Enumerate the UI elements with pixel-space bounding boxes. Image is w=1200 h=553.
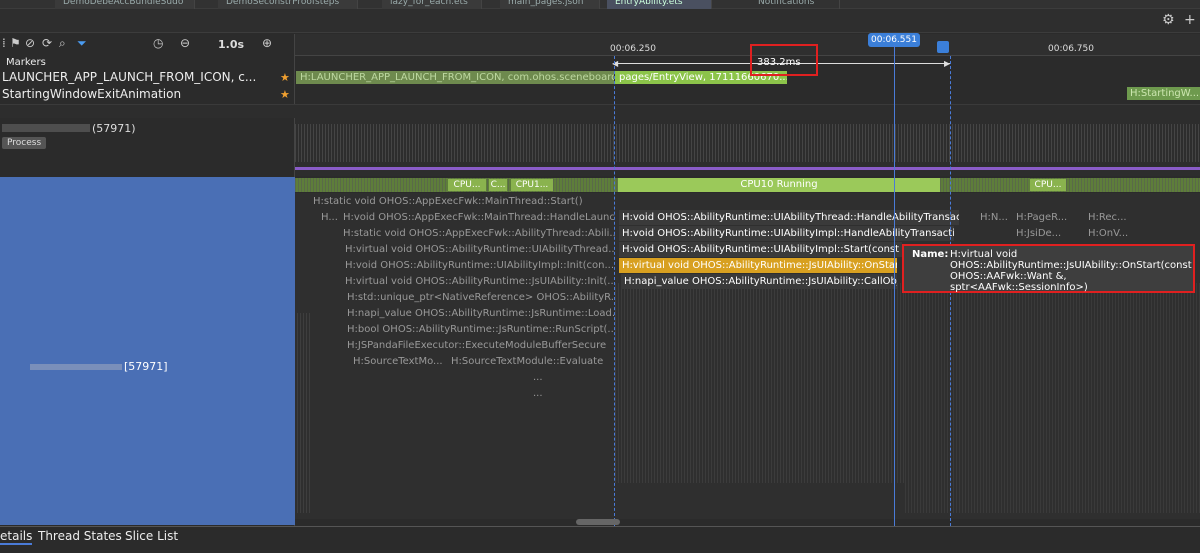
call-slice[interactable]: H:JSPandaFileExecutor::ExecuteModuleBuff… bbox=[344, 338, 614, 353]
star-icon[interactable]: ★ bbox=[280, 71, 290, 84]
selected-call-slice[interactable]: H:virtual void OHOS::AbilityRuntime::JsU… bbox=[619, 258, 897, 273]
bottom-panel bbox=[0, 526, 1200, 553]
slice-tooltip: Name: H:virtual void OHOS::AbilityRuntim… bbox=[902, 244, 1195, 293]
add-icon[interactable]: + bbox=[1184, 12, 1196, 28]
block-icon[interactable]: ⊘ bbox=[25, 36, 35, 50]
cpu-running-slice[interactable]: CPU10 Running bbox=[618, 178, 940, 192]
measure-duration: 383.2ms bbox=[757, 57, 801, 68]
call-slice[interactable]: H:virtual void OHOS::AbilityRuntime::UIA… bbox=[342, 242, 614, 257]
filter-icon[interactable]: ⏷ bbox=[77, 36, 87, 51]
range-start-line bbox=[614, 56, 615, 526]
process-track[interactable] bbox=[295, 118, 1200, 176]
ruler-tick: 00:06.750 bbox=[1048, 44, 1094, 54]
markers-label: Markers bbox=[6, 57, 46, 68]
launch-track-label[interactable]: LAUNCHER_APP_LAUNCH_FROM_ICON, c... bbox=[2, 70, 256, 84]
editor-tab[interactable]: Notifications bbox=[750, 0, 840, 9]
call-slice[interactable]: H:static void OHOS::AppExecFwk::AbilityT… bbox=[340, 226, 615, 241]
call-slice[interactable]: H:void OHOS::AbilityRuntime::UIAbilityIm… bbox=[342, 258, 614, 273]
blurred-name bbox=[2, 124, 90, 132]
call-slice[interactable]: H:Rec... bbox=[1085, 210, 1135, 225]
tab-slice-list[interactable]: Slice List bbox=[125, 529, 178, 543]
clock-icon[interactable]: ◷ bbox=[153, 36, 163, 50]
call-slice[interactable]: H:void OHOS::AppExecFwk::MainThread::Han… bbox=[340, 210, 615, 225]
call-slice[interactable]: H:void OHOS::AbilityRuntime::UIAbilityIm… bbox=[619, 226, 954, 241]
launch-slice[interactable]: H:LAUNCHER_APP_LAUNCH_FROM_ICON, com.oho… bbox=[296, 71, 614, 84]
tab-thread-states[interactable]: Thread States bbox=[38, 529, 122, 543]
refresh-icon[interactable]: ⟳ bbox=[42, 36, 52, 50]
resize-handle[interactable] bbox=[576, 519, 620, 525]
cpu-slice[interactable]: C... bbox=[489, 179, 507, 191]
cursor-line bbox=[894, 45, 895, 526]
zoom-out-icon[interactable]: ⊖ bbox=[180, 36, 190, 50]
call-slice[interactable]: H:void OHOS::AbilityRuntime::UIAbilityTh… bbox=[619, 210, 959, 225]
call-slice[interactable]: H:virtual void OHOS::AbilityRuntime::JsU… bbox=[342, 274, 614, 289]
anim-slice[interactable]: H:StartingW... bbox=[1127, 87, 1200, 100]
editor-tab[interactable]: main_pages.json bbox=[500, 0, 600, 9]
flag-icon[interactable]: ⚑ bbox=[10, 36, 21, 50]
star-icon[interactable]: ★ bbox=[280, 88, 290, 101]
search-icon[interactable]: ⌕ bbox=[59, 36, 66, 51]
process-badge: Process bbox=[2, 137, 47, 149]
call-slice[interactable]: H:JsiDe... bbox=[1013, 226, 1078, 241]
call-slice[interactable]: H:bool OHOS::AbilityRuntime::JsRuntime::… bbox=[344, 322, 614, 337]
call-slice[interactable]: H:std::unique_ptr<NativeReference> OHOS:… bbox=[344, 290, 614, 305]
selected-thread-label[interactable] bbox=[0, 177, 295, 525]
separator bbox=[0, 104, 1200, 118]
tab-details[interactable]: etails bbox=[0, 529, 33, 545]
tooltip-value: H:virtual void OHOS::AbilityRuntime::JsU… bbox=[950, 249, 1192, 293]
cpu-slice[interactable]: CPU... bbox=[448, 179, 486, 191]
tooltip-key: Name: bbox=[912, 249, 949, 260]
call-slice[interactable]: H:napi_value OHOS::AbilityRuntime::JsRun… bbox=[344, 306, 614, 321]
call-slice[interactable]: H:void OHOS::AbilityRuntime::UIAbilityIm… bbox=[619, 242, 902, 257]
gear-icon[interactable]: ⚙ bbox=[1162, 12, 1175, 28]
call-slice[interactable]: H:napi_value OHOS::AbilityRuntime::JsUIA… bbox=[621, 274, 897, 289]
process-name[interactable]: (57971) bbox=[92, 122, 136, 135]
call-slice[interactable]: H:N... bbox=[977, 210, 1012, 225]
call-slice[interactable]: ... bbox=[530, 370, 560, 385]
call-slice[interactable]: ... bbox=[530, 386, 560, 401]
call-slice[interactable]: H:PageR... bbox=[1013, 210, 1078, 225]
bookmark-flag-icon[interactable] bbox=[937, 41, 949, 53]
top-strip bbox=[0, 9, 1200, 33]
editor-tab[interactable]: DemoDebeAccBundleSudo bbox=[55, 0, 195, 9]
editor-tab[interactable]: lazy_for_each.ets bbox=[382, 0, 482, 9]
call-slice[interactable]: H:SourceTextMo... bbox=[350, 354, 445, 369]
pin-icon[interactable]: ⁞ bbox=[2, 36, 6, 50]
call-slice[interactable]: H:static void OHOS::AppExecFwk::MainThre… bbox=[310, 194, 610, 209]
zoom-level: 1.0s bbox=[218, 38, 245, 51]
cpu-slice[interactable]: CPU1... bbox=[511, 179, 553, 191]
call-slice[interactable]: H:SourceTextModule::Evaluate bbox=[448, 354, 613, 369]
arrow-left-icon: ◀ bbox=[612, 59, 619, 68]
thread-name: [57971] bbox=[124, 360, 168, 373]
blurred-name bbox=[30, 364, 122, 370]
editor-tab[interactable]: DemoSeconstrProofsteps bbox=[218, 0, 358, 9]
ruler-tick: 00:06.250 bbox=[610, 44, 656, 54]
anim-track-label[interactable]: StartingWindowExitAnimation bbox=[2, 87, 181, 101]
call-slice[interactable]: H:OnV... bbox=[1085, 226, 1135, 241]
cpu-slice[interactable]: CPU... bbox=[1030, 179, 1066, 191]
zoom-in-icon[interactable]: ⊕ bbox=[262, 36, 272, 50]
editor-tab-active[interactable]: EntryAbility.ets bbox=[607, 0, 712, 9]
editor-tab-bar: DemoDebeAccBundleSudo DemoSeconstrProofs… bbox=[0, 0, 1200, 9]
